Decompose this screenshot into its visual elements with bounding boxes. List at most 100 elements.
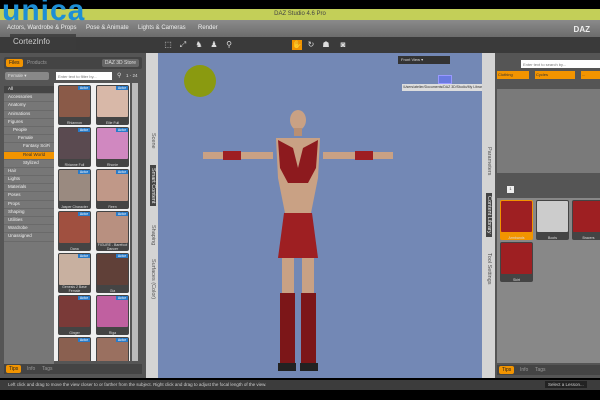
library-grid: Armbands Boots Bracers Skirt	[497, 198, 600, 363]
thumbnail-image	[97, 254, 128, 285]
filter-input[interactable]	[56, 72, 112, 80]
view-dropdown[interactable]: Front View ▾	[398, 56, 450, 64]
category-item[interactable]: Shaping	[4, 209, 54, 217]
search-icon[interactable]: ⚲	[117, 72, 121, 79]
content-thumbnail[interactable]: Actor	[58, 337, 91, 361]
figure-tool-icon[interactable]: ♟	[209, 40, 219, 50]
content-thumbnail[interactable]: Actor Rhonie	[96, 127, 129, 167]
content-thumbnail[interactable]: Actor Gia	[96, 253, 129, 293]
category-item[interactable]: Animations	[4, 111, 54, 119]
tab-tips[interactable]: Tips	[499, 366, 515, 374]
category-item[interactable]: Props	[4, 201, 54, 209]
select-tool-icon[interactable]: ⬚	[163, 40, 173, 50]
actor-badge: Actor	[115, 128, 128, 132]
bone-tool-icon[interactable]: ☗	[321, 40, 331, 50]
actor-badge: Actor	[115, 212, 128, 216]
tab-files[interactable]: Files	[6, 59, 23, 67]
library-item[interactable]: Skirt	[500, 242, 533, 282]
tab-products[interactable]: Products	[24, 59, 50, 67]
thumbnail-image	[97, 170, 128, 201]
actor-badge: Actor	[77, 254, 90, 258]
content-thumbnail[interactable]: Actor Riga	[96, 295, 129, 335]
tab-tags[interactable]: Tags	[532, 366, 549, 374]
tab-tags[interactable]: Tags	[39, 365, 56, 373]
filter-dropdown[interactable]: Female ▾	[5, 72, 49, 80]
view-value: Front View	[401, 57, 421, 62]
library-item[interactable]: Armbands	[500, 200, 533, 240]
tab-surfaces[interactable]: Surfaces (Color)	[150, 259, 156, 299]
daz-store-button[interactable]: DAZ 3D Store	[101, 59, 139, 67]
right-vertical-tabs: Parameters Content Library Tool Settings	[482, 53, 495, 378]
actor-badge: Actor	[77, 212, 90, 216]
category-item[interactable]: Lights	[4, 176, 54, 185]
item-image	[573, 201, 600, 232]
filter-clothing[interactable]: Clothing	[497, 71, 529, 79]
camera-tool-icon[interactable]: ✋	[292, 40, 302, 50]
tab-render[interactable]: Render	[198, 25, 218, 31]
view-cube[interactable]	[438, 75, 452, 84]
content-thumbnail[interactable]: Actor Jasper Character	[58, 169, 91, 209]
scrollbar[interactable]	[132, 83, 138, 361]
actor-badge: Actor	[115, 254, 128, 258]
tab-parameters[interactable]: Parameters	[486, 147, 492, 175]
category-item[interactable]: All	[4, 86, 54, 95]
content-thumbnail[interactable]: Actor Ellie Full	[96, 85, 129, 125]
node-tool-icon[interactable]: ⚲	[224, 40, 234, 50]
filter-more[interactable]: ...	[581, 71, 600, 79]
category-item[interactable]: Poses	[4, 192, 54, 201]
tab-tool-settings[interactable]: Tool Settings	[486, 253, 492, 285]
content-thumbnail[interactable]: Actor Reen	[96, 169, 129, 209]
category-item[interactable]: Wardrobe	[4, 225, 54, 234]
rotate-tool-icon[interactable]: ↻	[306, 40, 316, 50]
watermark-logo: unica	[2, 0, 86, 27]
content-thumbnail[interactable]: Actor Rhianne Full	[58, 127, 91, 167]
tab-shaping[interactable]: Shaping	[150, 225, 156, 245]
thumbnail-label: FIGURE - Barefoot Dancer	[97, 243, 128, 251]
watermark: unica CortezInfo	[0, 0, 120, 52]
item-image	[501, 243, 532, 274]
category-item[interactable]: Figures	[4, 119, 54, 127]
content-thumbnail[interactable]: Actor Rhiannon	[58, 85, 91, 125]
category-item[interactable]: Fantasy SciFi	[4, 143, 54, 152]
3d-viewport[interactable]: Front View ▾ /Users/atelier/Documents/DA…	[158, 53, 484, 378]
category-item[interactable]: Real World	[4, 151, 54, 160]
library-search-input[interactable]	[521, 60, 600, 68]
page-number[interactable]: 1	[507, 186, 514, 193]
category-item[interactable]: Female	[4, 135, 54, 144]
render-icon[interactable]: ◙	[338, 40, 348, 50]
category-item[interactable]: People	[4, 127, 54, 136]
content-thumbnail[interactable]: Actor Ginger	[58, 295, 91, 335]
category-item[interactable]: Anatomy	[4, 102, 54, 111]
select-lesson-button[interactable]: Select a Lesson...	[545, 381, 587, 388]
tab-smart-content[interactable]: Smart Content	[150, 165, 156, 207]
tab-content-library[interactable]: Content Library	[486, 193, 492, 237]
category-item[interactable]: Accessories	[4, 94, 54, 103]
content-thumbnail[interactable]: Actor	[96, 337, 129, 361]
category-item[interactable]: Unassigned	[4, 233, 54, 242]
tab-info[interactable]: Info	[517, 366, 531, 374]
item-label: Boots	[548, 236, 557, 240]
tab-info[interactable]: Info	[24, 365, 38, 373]
move-tool-icon[interactable]: ⤢	[178, 40, 188, 50]
pose-tool-icon[interactable]: ♞	[194, 40, 204, 50]
thumbnail-image	[97, 296, 128, 327]
actor-badge: Actor	[77, 86, 90, 90]
content-thumbnail[interactable]: Actor FIGURE - Barefoot Dancer	[96, 211, 129, 251]
folder-tree	[497, 89, 600, 173]
library-item[interactable]: Boots	[536, 200, 569, 240]
tab-lights-cameras[interactable]: Lights & Cameras	[138, 25, 186, 31]
thumbnail-label: Ellie Full	[105, 121, 120, 125]
content-thumbnail[interactable]: Actor Dana	[58, 211, 91, 251]
tab-tips[interactable]: Tips	[6, 365, 22, 373]
content-thumbnail[interactable]: Actor Genesis 2 Base Female	[58, 253, 91, 293]
actor-badge: Actor	[77, 170, 90, 174]
filter-cycles[interactable]: Cycles	[535, 71, 575, 79]
category-item[interactable]: Stylized	[4, 160, 54, 168]
tab-scene[interactable]: Scene	[150, 133, 156, 149]
category-item[interactable]: Utilities	[4, 217, 54, 226]
category-item[interactable]: Hair	[4, 168, 54, 177]
library-item[interactable]: Bracers	[572, 200, 600, 240]
thumbnail-image	[59, 86, 90, 117]
item-label: Armbands	[508, 236, 525, 240]
category-item[interactable]: Materials	[4, 184, 54, 193]
